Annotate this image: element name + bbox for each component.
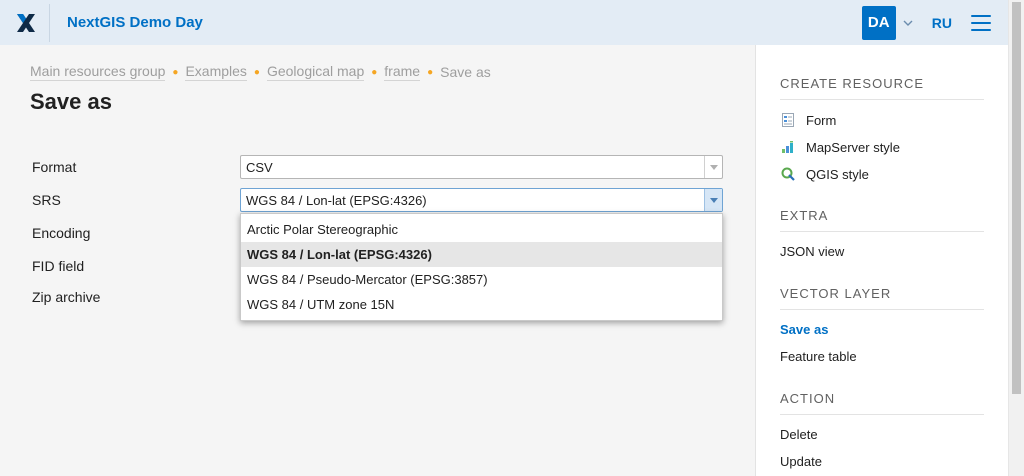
mapserver-style-icon — [780, 139, 796, 155]
sidebar-item-label: MapServer style — [806, 139, 900, 155]
section-title-create-resource: CREATE RESOURCE — [780, 76, 984, 100]
srs-option[interactable]: WGS 84 / Pseudo-Mercator (EPSG:3857) — [241, 267, 722, 292]
breadcrumb-item[interactable]: Examples — [185, 63, 247, 81]
srs-label: SRS — [32, 192, 61, 208]
sidebar-item-label: Form — [806, 112, 837, 128]
srs-dropdown-list: Arctic Polar Stereographic WGS 84 / Lon-… — [240, 213, 723, 321]
breadcrumb-separator-icon: ● — [371, 66, 378, 78]
sidebar-item-json-view[interactable]: JSON view — [780, 244, 844, 259]
srs-option[interactable]: WGS 84 / UTM zone 15N — [241, 292, 722, 317]
sidebar-item-qgis-style[interactable]: QGIS style — [780, 166, 869, 182]
format-select-value: CSV — [246, 159, 273, 175]
page-title: Save as — [30, 89, 112, 114]
sidebar-item-label: JSON view — [780, 244, 845, 259]
sidebar-item-form[interactable]: Form — [780, 112, 836, 128]
sidebar-item-save-as[interactable]: Save as — [780, 322, 828, 337]
chevron-down-icon[interactable] — [704, 156, 722, 178]
nextgis-logo-icon[interactable] — [2, 3, 50, 42]
sidebar-item-label: QGIS style — [806, 166, 869, 182]
scrollbar-thumb[interactable] — [1012, 2, 1021, 394]
sidebar-item-mapserver-style[interactable]: MapServer style — [780, 139, 900, 155]
breadcrumb-separator-icon: ● — [253, 66, 260, 78]
srs-option-selected[interactable]: WGS 84 / Lon-lat (EPSG:4326) — [241, 242, 722, 267]
chevron-down-icon[interactable] — [902, 17, 914, 29]
form-icon — [780, 112, 796, 128]
breadcrumb-item[interactable]: Geological map — [266, 63, 365, 81]
breadcrumb-item[interactable]: frame — [384, 63, 421, 81]
chevron-down-icon[interactable] — [704, 189, 722, 211]
sidebar-item-label: Save as — [780, 322, 829, 337]
encoding-label: Encoding — [32, 225, 91, 241]
breadcrumb-current: Save as — [440, 64, 491, 80]
app-title[interactable]: NextGIS Demo Day — [67, 14, 203, 31]
top-header: NextGIS Demo Day DA RU — [0, 0, 1008, 45]
sidebar-item-label: Delete — [780, 427, 818, 442]
sidebar-item-delete[interactable]: Delete — [780, 427, 818, 442]
qgis-style-icon — [780, 166, 796, 182]
section-title-vector-layer: VECTOR LAYER — [780, 286, 984, 310]
format-label: Format — [32, 159, 77, 175]
srs-select-value: WGS 84 / Lon-lat (EPSG:4326) — [246, 192, 427, 208]
hamburger-menu-icon[interactable] — [971, 14, 991, 31]
section-title-extra: EXTRA — [780, 208, 984, 232]
language-switch[interactable]: RU — [932, 15, 952, 31]
format-select[interactable]: CSV — [240, 155, 723, 179]
srs-option[interactable]: Arctic Polar Stereographic — [241, 217, 722, 242]
breadcrumb-separator-icon: ● — [427, 66, 434, 78]
zip-archive-label: Zip archive — [32, 289, 101, 305]
section-title-action: ACTION — [780, 391, 984, 415]
sidebar-item-label: Update — [780, 454, 822, 469]
sidebar-item-label: Feature table — [780, 349, 857, 364]
page-scrollbar[interactable] — [1008, 0, 1024, 476]
breadcrumb-separator-icon: ● — [172, 66, 179, 78]
right-sidebar: CREATE RESOURCE Form MapServer style QGI… — [755, 45, 1008, 476]
breadcrumb: Main resources group ● Examples ● Geolog… — [30, 63, 491, 81]
breadcrumb-item[interactable]: Main resources group — [30, 63, 166, 81]
srs-select[interactable]: WGS 84 / Lon-lat (EPSG:4326) — [240, 188, 723, 212]
user-avatar[interactable]: DA — [861, 5, 896, 40]
sidebar-item-feature-table[interactable]: Feature table — [780, 349, 857, 364]
fid-field-label: FID field — [32, 258, 85, 274]
sidebar-item-update[interactable]: Update — [780, 454, 822, 469]
